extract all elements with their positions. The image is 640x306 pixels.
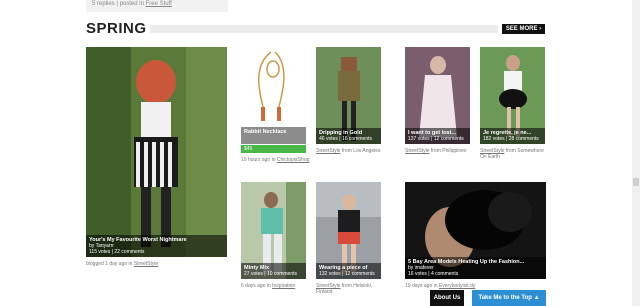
post-stats: 46 votes | 16 comments xyxy=(319,136,372,142)
source-link[interactable]: Inspiration xyxy=(272,283,295,289)
page-scrollbar[interactable] xyxy=(632,0,640,306)
scrollbar-thumb[interactable] xyxy=(633,178,639,186)
post-overlay: I want to get lost... 137 votes | 12 com… xyxy=(405,128,470,144)
post-stats: 182 votes | 28 comments xyxy=(483,136,539,142)
price-badge: $45 xyxy=(241,145,306,153)
source-link[interactable]: StreetStyle xyxy=(405,148,429,154)
replies-text: 5 replies | posted in xyxy=(92,1,146,7)
post-stats: 132 votes | 12 comments xyxy=(319,271,375,277)
post-source: StreetStyle from Philippines xyxy=(405,148,475,154)
source-link[interactable]: Everybodyisit.dy xyxy=(439,283,475,289)
section-title: SPRING xyxy=(86,20,147,37)
source-link[interactable]: StreetStyle xyxy=(134,261,158,267)
see-more-button[interactable]: SEE MORE › xyxy=(502,24,545,34)
post-overlay: Wearing a piece of 132 votes | 12 commen… xyxy=(316,263,381,279)
source-text: 6 days ago in xyxy=(241,283,273,289)
post-overlay: Your's My Favourite Worst Nightmare by T… xyxy=(86,235,227,257)
source-link[interactable]: StreetStyle xyxy=(316,148,340,154)
source-text: blogged 1 day ago in xyxy=(86,261,134,267)
product-card[interactable]: Rabbit Necklace xyxy=(241,47,306,144)
post-overlay: Dripping in Gold 46 votes | 16 comments xyxy=(316,128,381,144)
photo-graphic xyxy=(86,47,227,257)
about-us-button[interactable]: About Us xyxy=(430,290,464,306)
product-photo[interactable] xyxy=(241,47,306,127)
post-card[interactable]: Wearing a piece of 132 votes | 12 commen… xyxy=(316,182,381,279)
post-card[interactable]: Dripping in Gold 46 votes | 16 comments xyxy=(316,47,381,144)
post-stats: 16 votes | 4 comments xyxy=(408,271,459,277)
post-source: blogged 1 day ago in StreetStyle xyxy=(86,261,227,267)
post-card[interactable]: Minty Mix 27 votes | 10 comments xyxy=(241,182,306,279)
back-to-top-button[interactable]: Take Me to the Top ▲ xyxy=(472,290,546,306)
source-tail: from Los Angeles xyxy=(340,148,381,154)
post-source: StreetStyle from Somewhere On Earth xyxy=(480,148,550,160)
product-title[interactable]: Rabbit Necklace xyxy=(244,129,303,135)
post-source: 6 days ago in Inspiration xyxy=(241,283,311,289)
source-text: 19 days ago in xyxy=(405,283,439,289)
post-card[interactable]: I want to get lost... 137 votes | 12 com… xyxy=(405,47,470,144)
post-overlay: Minty Mix 27 votes | 10 comments xyxy=(241,263,306,279)
post-stats: 115 votes | 22 comments xyxy=(89,249,145,255)
post-card[interactable]: 5 Bay Area Models Heating Up the Fashion… xyxy=(405,182,546,279)
source-tail: from Philippines xyxy=(429,148,467,154)
source-text: 10 hours ago in xyxy=(241,157,277,163)
source-link[interactable]: ChictopiaShop xyxy=(277,157,310,163)
post-source: 19 days ago in Everybodyisit.dy xyxy=(405,283,546,289)
category-link[interactable]: Free Stuff xyxy=(146,1,172,7)
post-overlay: Je regrette, je ne... 182 votes | 28 com… xyxy=(480,128,545,144)
post-card[interactable]: Your's My Favourite Worst Nightmare by T… xyxy=(86,47,227,257)
post-card[interactable]: Je regrette, je ne... 182 votes | 28 com… xyxy=(480,47,545,144)
post-stats: 137 votes | 12 comments xyxy=(408,136,464,142)
product-source: 10 hours ago in ChictopiaShop xyxy=(241,157,311,163)
section-divider xyxy=(150,25,498,33)
post-source: StreetStyle from Helsinki, Finland xyxy=(316,283,386,295)
post-photo[interactable] xyxy=(86,47,227,257)
post-source: StreetStyle from Los Angeles xyxy=(316,148,386,154)
post-overlay: 5 Bay Area Models Heating Up the Fashion… xyxy=(405,257,546,279)
product-overlay: Rabbit Necklace xyxy=(241,127,306,144)
post-stats: 27 votes | 10 comments xyxy=(244,271,297,277)
necklace-graphic xyxy=(258,51,285,121)
previous-post-meta: 5 replies | posted in Free Stuff xyxy=(86,0,228,12)
